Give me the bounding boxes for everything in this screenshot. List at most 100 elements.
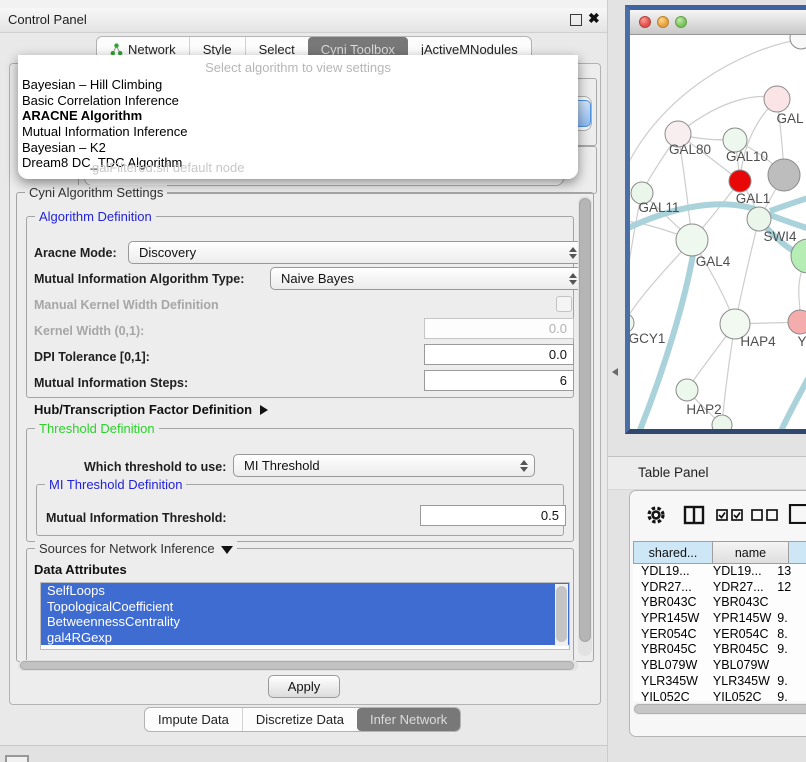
- attribute-item-topologicalcoefficient[interactable]: TopologicalCoefficient: [41, 599, 569, 615]
- mi-threshold-field[interactable]: 0.5: [420, 505, 566, 526]
- mi-type-combobox[interactable]: Naive Bayes: [270, 267, 584, 290]
- table-cell: YBL079W: [633, 658, 705, 674]
- table-cell: YIL052C: [633, 690, 705, 702]
- table-cell: YIL052C: [705, 690, 773, 702]
- node-label-gal4: GAL4: [696, 254, 731, 269]
- settings-vertical-scrollbar-thumb[interactable]: [579, 198, 591, 642]
- table-row[interactable]: YDR27...YDR27...12: [633, 580, 806, 596]
- table-row[interactable]: YBR045CYBR045C9.: [633, 642, 806, 658]
- hub-definition-toggle[interactable]: Hub/Transcription Factor Definition: [34, 402, 268, 417]
- dropdown-item-mutual-information-inference[interactable]: Mutual Information Inference: [18, 124, 578, 140]
- network-window-titlebar[interactable]: [630, 10, 806, 35]
- table-cell: YBR045C: [705, 642, 773, 658]
- tab-impute-data[interactable]: Impute Data: [145, 708, 242, 731]
- network-node[interactable]: [768, 159, 800, 191]
- table-row[interactable]: YBR043CYBR043C: [633, 595, 806, 611]
- panel-divider[interactable]: [607, 0, 608, 762]
- table-cell: 13: [773, 564, 806, 580]
- close-icon[interactable]: ✖: [588, 10, 600, 27]
- table-cell: YPR145W: [633, 611, 705, 627]
- table-cell: YLR345W: [633, 674, 705, 690]
- dpi-tolerance-label: DPI Tolerance [0,1]:: [34, 350, 150, 364]
- network-node-gal1[interactable]: [729, 170, 751, 192]
- table-horizontal-scrollbar[interactable]: [633, 703, 806, 715]
- aracne-mode-combobox[interactable]: Discovery: [128, 241, 584, 264]
- network-node[interactable]: [790, 35, 806, 49]
- tab-discretize-data[interactable]: Discretize Data: [242, 708, 357, 731]
- network-node[interactable]: [791, 239, 806, 273]
- unselect-all-checkboxes-icon[interactable]: [751, 508, 779, 522]
- attribute-item-selfloops[interactable]: SelfLoops: [41, 583, 569, 599]
- stepper-icon: [519, 460, 527, 472]
- aracne-mode-value: Discovery: [139, 245, 196, 260]
- select-all-checkboxes-icon[interactable]: [716, 508, 744, 522]
- which-threshold-combobox[interactable]: MI Threshold: [233, 454, 535, 477]
- table-cell: YBR043C: [633, 595, 705, 611]
- list-scrollbar[interactable]: [555, 584, 568, 646]
- mi-steps-field[interactable]: 6: [424, 370, 574, 391]
- network-view-window: GALGAL80GAL10GAL1GAL11SWI4GAL4GCY1HAP4YH…: [625, 5, 806, 434]
- network-node-y[interactable]: [788, 310, 806, 334]
- tab-infer-network[interactable]: Infer Network: [357, 708, 460, 731]
- apply-button[interactable]: Apply: [268, 675, 340, 698]
- table-row[interactable]: YER054CYER054C8.: [633, 627, 806, 643]
- mi-threshold-group-title: MI Threshold Definition: [45, 477, 186, 492]
- dpi-tolerance-field[interactable]: 0.0: [424, 344, 574, 365]
- settings-group-title: Cyni Algorithm Settings: [25, 185, 167, 200]
- table-header: shared...name: [633, 541, 806, 564]
- minimized-panel-icon[interactable]: [5, 755, 29, 762]
- column-header-shared[interactable]: shared...: [633, 541, 713, 564]
- network-node-gcy1[interactable]: [630, 313, 634, 333]
- minimize-traffic-light-icon[interactable]: [657, 16, 669, 28]
- column-header-name[interactable]: name: [713, 541, 789, 564]
- dropdown-item-bayesian-k2[interactable]: Bayesian – K2: [18, 140, 578, 156]
- dropdown-item-basic-correlation-inference[interactable]: Basic Correlation Inference: [18, 93, 578, 109]
- kernel-width-field[interactable]: 0.0: [424, 318, 574, 339]
- gear-icon[interactable]: [646, 505, 666, 525]
- sources-group-title[interactable]: Sources for Network Inference: [35, 541, 237, 556]
- table-row[interactable]: YBL079WYBL079W: [633, 658, 806, 674]
- table-row[interactable]: YPR145WYPR145W9.: [633, 611, 806, 627]
- network-node-swi4[interactable]: [747, 207, 771, 231]
- dropdown-item-bayesian-hill-climbing[interactable]: Bayesian – Hill Climbing: [18, 77, 578, 93]
- data-attributes-list[interactable]: SelfLoopsTopologicalCoefficientBetweenne…: [40, 582, 570, 650]
- dropdown-items: Bayesian – Hill ClimbingBasic Correlatio…: [18, 77, 578, 171]
- new-table-icon[interactable]: [788, 504, 806, 524]
- network-node-hap2[interactable]: [676, 379, 698, 401]
- column-view-icon[interactable]: [683, 505, 705, 525]
- table-cell: YDL19...: [705, 564, 773, 580]
- float-panel-icon[interactable]: [570, 14, 582, 26]
- table-cell: [773, 595, 806, 611]
- table-cell: YER054C: [633, 627, 705, 643]
- network-canvas[interactable]: GALGAL80GAL10GAL1GAL11SWI4GAL4GCY1HAP4YH…: [630, 35, 806, 429]
- node-label-y: Y: [797, 334, 806, 349]
- tab-label: Infer Network: [370, 712, 447, 727]
- which-threshold-label: Which threshold to use:: [84, 460, 226, 474]
- network-node-gal4[interactable]: [676, 224, 708, 256]
- manual-kernel-checkbox[interactable]: [556, 296, 572, 312]
- stepper-icon: [568, 273, 576, 285]
- bottom-strip: [0, 745, 608, 762]
- table-row[interactable]: YIL052CYIL052C9.: [633, 690, 806, 702]
- table-body: YDL19...YDL19...13YDR27...YDR27...12YBR0…: [633, 564, 806, 701]
- network-node[interactable]: [712, 415, 732, 429]
- settings-horizontal-scrollbar-thumb[interactable]: [20, 661, 574, 670]
- table-cell: YER054C: [705, 627, 773, 643]
- dropdown-item-aracne-algorithm[interactable]: ARACNE Algorithm: [18, 108, 578, 124]
- column-header-col3[interactable]: [789, 541, 806, 564]
- network-edge[interactable]: [735, 219, 759, 324]
- attribute-item-betweennesscentrality[interactable]: BetweennessCentrality: [41, 614, 569, 630]
- attribute-item-gal4rgexp[interactable]: gal4RGexp: [41, 630, 569, 646]
- zoom-traffic-light-icon[interactable]: [675, 16, 687, 28]
- network-node-gal[interactable]: [764, 86, 790, 112]
- table-row[interactable]: YLR345WYLR345W9.: [633, 674, 806, 690]
- close-traffic-light-icon[interactable]: [639, 16, 651, 28]
- splitter-handle-icon[interactable]: [612, 368, 618, 376]
- network-icon: [110, 43, 123, 56]
- node-label-gcy1: GCY1: [630, 331, 665, 346]
- table-cell: YLR345W: [705, 674, 773, 690]
- table-row[interactable]: YDL19...YDL19...13: [633, 564, 806, 580]
- table-cell: YDR27...: [633, 580, 705, 596]
- table-cell: YDR27...: [705, 580, 773, 596]
- kernel-width-label: Kernel Width (0,1):: [34, 324, 144, 338]
